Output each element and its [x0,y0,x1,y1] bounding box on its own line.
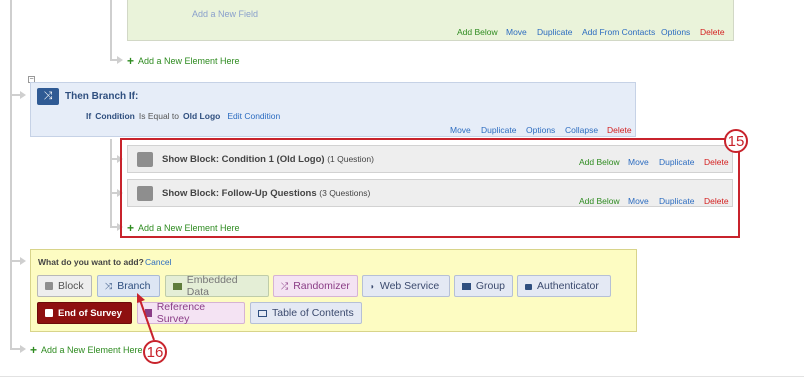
add-authenticator-button[interactable]: Authenticator [517,275,611,297]
callout-badge: 16 [143,340,167,364]
end-survey-icon [45,309,53,317]
divider [0,376,804,377]
branch-collapse-link[interactable]: Collapse [565,125,598,135]
add-below-link[interactable]: Add Below [457,27,498,37]
add-embedded-data-button[interactable]: Embedded Data [165,274,269,298]
branch-options-link[interactable]: Options [526,125,555,135]
add-new-field-link[interactable]: Add a New Field [192,9,258,19]
duplicate-link[interactable]: Duplicate [537,27,572,37]
add-element-link[interactable]: + Add a New Element Here [127,54,240,68]
flow-arrow-icon [20,345,26,353]
flow-line [10,0,12,349]
flow-line [110,139,112,228]
delete-link[interactable]: Delete [700,27,725,37]
branch-icon: ⤨ [105,280,113,291]
add-block-button[interactable]: Block [37,275,92,297]
add-element-link[interactable]: + Add a New Element Here [30,343,143,357]
edit-condition-link[interactable]: Edit Condition [227,111,280,121]
highlight-box [120,138,740,238]
move-link[interactable]: Move [506,27,527,37]
branch-icon: ⤨ [37,88,59,105]
add-end-of-survey-button[interactable]: End of Survey [37,302,132,324]
cancel-link[interactable]: Cancel [145,257,171,267]
add-panel-question: What do you want to add? [38,257,144,267]
plus-icon: + [30,343,38,357]
embedded-data-icon [173,282,182,290]
list-icon [258,309,267,317]
options-link[interactable]: Options [661,27,690,37]
add-randomizer-button[interactable]: ⤮ Randomizer [273,275,358,297]
rss-icon: ◗ [370,281,375,291]
branch-title: Then Branch If: [65,91,139,102]
branch-duplicate-link[interactable]: Duplicate [481,125,516,135]
add-group-button[interactable]: Group [454,275,513,297]
plus-icon: + [127,54,135,68]
branch-move-link[interactable]: Move [450,125,471,135]
branch-element: ⤨ Then Branch If: If Condition Is Equal … [30,82,636,137]
add-table-of-contents-button[interactable]: Table of Contents [250,302,362,324]
branch-delete-link[interactable]: Delete [607,125,632,135]
folder-icon [462,282,471,290]
add-from-contacts-link[interactable]: Add From Contacts [582,27,655,37]
flow-line [110,0,112,60]
callout-badge: 15 [724,129,748,153]
flow-arrow-icon [20,257,26,265]
shuffle-icon: ⤮ [281,280,289,291]
lock-icon [525,284,532,290]
survey-block: Add a New Field Add Below Move Duplicate… [127,0,734,41]
flow-arrow-icon [20,91,26,99]
branch-condition: If Condition Is Equal to Old Logo Edit C… [86,111,281,121]
cube-icon [45,282,53,290]
annotation-arrow [137,293,155,341]
add-web-service-button[interactable]: ◗ Web Service [362,275,450,297]
flow-arrow-icon [117,56,123,64]
